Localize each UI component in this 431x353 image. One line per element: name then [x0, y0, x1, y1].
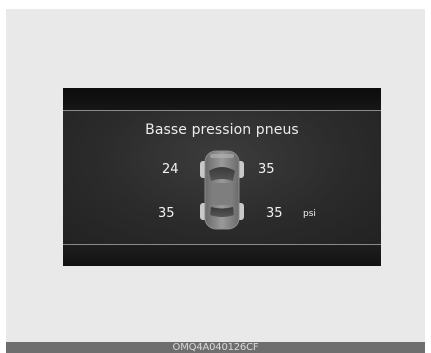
display-top-band [63, 88, 381, 110]
tire-pressure-front-right: 35 [258, 162, 275, 177]
display-bottom-band [63, 245, 381, 266]
cluster-display: Basse pression pneus 24 35 35 35 psi [63, 88, 381, 266]
pressure-unit: psi [303, 209, 316, 219]
tire-pressure-rear-left: 35 [158, 206, 175, 221]
tire-pressure-front-left: 24 [162, 162, 179, 177]
tire-pressure-rear-right: 35 [266, 206, 283, 221]
car-top-view-icon [200, 150, 244, 230]
warning-title: Basse pression pneus [145, 122, 299, 138]
figure-code: OMQ4A040126CF [6, 342, 425, 353]
